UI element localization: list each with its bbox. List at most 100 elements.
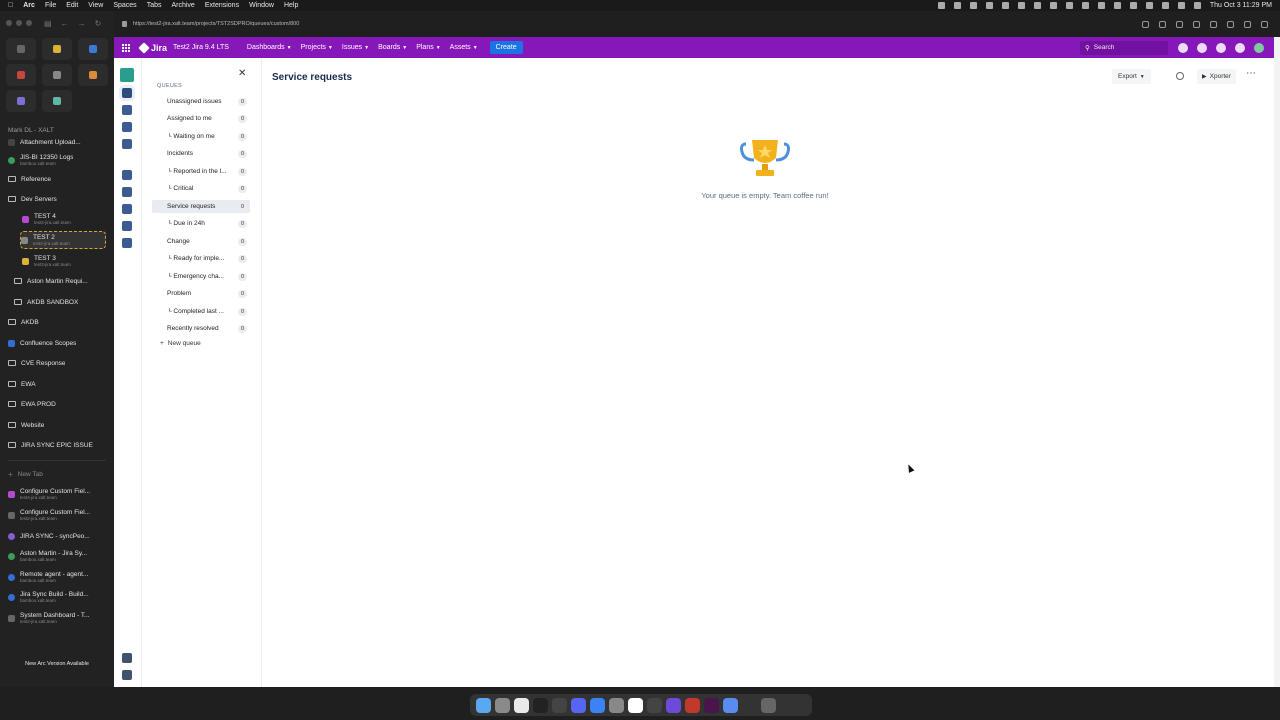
queue-item[interactable]: └ Critical 0 [152,182,250,195]
nav-projects[interactable]: Projects ▼ [301,44,333,51]
close-icon[interactable]: ✕ [238,68,246,79]
queue-item[interactable]: Unassigned issues 0 [152,95,250,108]
export-button[interactable]: Export ▼ [1112,69,1151,84]
create-button[interactable]: Create [489,41,523,54]
status-icon[interactable] [953,2,961,9]
favorite-tile[interactable] [6,90,36,112]
sidebar-folder-reference[interactable]: Reference [8,170,108,188]
app-icon[interactable] [742,697,757,713]
sidebar-folder[interactable]: AKDB SANDBOX [14,293,108,311]
extension-icon[interactable] [1210,20,1217,28]
sidebar-folder[interactable]: Aston Martin Requi... [14,272,108,290]
status-icon[interactable] [1033,2,1041,9]
queue-item[interactable]: └ Completed last ... 0 [152,305,250,318]
status-icon[interactable] [985,2,993,9]
sidebar-tab-test4[interactable]: TEST 4 test4-jira.xalt.team [22,210,108,228]
sidebar-tab[interactable]: JIRA SYNC - syncPeo... [8,527,108,545]
knowledge-base-icon[interactable] [122,187,132,197]
search-input[interactable]: ⚲ Search [1080,40,1168,55]
search-icon[interactable] [1177,2,1185,9]
extension-icon[interactable] [1159,20,1166,28]
queue-item[interactable]: Assigned to me 0 [152,112,250,125]
workflow-icon[interactable] [122,139,132,149]
menu-help[interactable]: Help [284,2,298,9]
sidebar-folder[interactable]: EWA PROD [8,395,108,413]
status-icon[interactable] [1129,2,1137,9]
link-icon[interactable] [1142,20,1149,28]
app-icon[interactable] [666,697,681,713]
reload-icon[interactable]: ↻ [95,19,102,28]
minimize-window-button[interactable] [16,20,22,26]
sidebar-tab-test3[interactable]: TEST 3 test3-jira.xalt.team [22,252,108,270]
reports-icon[interactable] [122,122,132,132]
menu-file[interactable]: File [45,2,56,9]
favorite-tile[interactable] [42,38,72,60]
menu-window[interactable]: Window [249,2,274,9]
customers-icon[interactable] [122,105,132,115]
sidebar-tab[interactable]: Jira Sync Build - Build... bamboo.xalt.te… [8,588,108,606]
queue-item[interactable]: Recently resolved 0 [152,322,250,335]
app-icon[interactable] [628,697,643,713]
nav-issues[interactable]: Issues ▼ [342,44,369,51]
favorite-tile[interactable] [78,64,108,86]
queues-icon[interactable] [122,88,132,98]
menu-extensions[interactable]: Extensions [205,2,239,9]
extension-icon[interactable] [1176,20,1183,28]
clock[interactable]: Thu Oct 3 11:29 PM [1210,2,1272,9]
favorite-tile[interactable] [42,64,72,86]
status-icon[interactable] [1001,2,1009,9]
menu-arc[interactable]: Arc [23,2,35,9]
status-icon[interactable] [1113,2,1121,9]
sidebar-folder[interactable]: JIRA SYNC EPIC ISSUE [8,436,108,454]
favorite-tile[interactable] [78,38,108,60]
sidebar-folder[interactable]: AKDB [8,313,108,331]
status-icon[interactable] [1081,2,1089,9]
favorite-tile[interactable] [6,64,36,86]
queue-item[interactable]: └ Waiting on me 0 [152,130,250,143]
sidebar-tab[interactable]: System Dashboard - T... test2-jira.xalt.t… [8,609,108,627]
arc-icon[interactable] [723,697,738,713]
terminal-icon[interactable] [533,697,548,713]
back-icon[interactable]: ← [61,19,69,28]
sidebar-tab[interactable]: Confluence Scopes [8,334,108,352]
gear-icon[interactable] [122,653,132,663]
raise-request-icon[interactable] [122,204,132,214]
extension-icon[interactable] [1193,20,1200,28]
app-switcher-icon[interactable] [122,43,130,52]
queue-item[interactable]: Problem 0 [152,287,250,300]
info-icon[interactable] [1176,72,1184,80]
menu-tabs[interactable]: Tabs [147,2,162,9]
status-icon[interactable] [1065,2,1073,9]
new-tab-button[interactable]: + New Tab [8,465,108,483]
status-icon[interactable] [969,2,977,9]
status-icon[interactable] [1097,2,1105,9]
sidebar-tab-test2[interactable]: TEST 2 test2-jira.xalt.team [20,231,106,249]
queue-item[interactable]: └ Emergency cha... 0 [152,270,250,283]
url-text[interactable]: https://test2-jira.xalt.team/projects/TS… [133,21,299,27]
menu-edit[interactable]: Edit [66,2,78,9]
xporter-button[interactable]: ▶ Xporter [1197,69,1236,84]
extension-icon[interactable] [1227,20,1234,28]
extension-icon[interactable] [1244,20,1251,28]
more-actions-icon[interactable]: ⋯ [1246,68,1256,79]
explore-icon[interactable] [122,238,132,248]
notion-icon[interactable] [514,697,529,713]
queue-item[interactable]: Change 0 [152,235,250,248]
sidebar-tab[interactable]: Aston Martin - Jira Sy... bamboo.xalt.tea… [8,547,108,565]
settings-icon[interactable] [609,697,624,713]
status-icon[interactable] [1017,2,1025,9]
nav-plans[interactable]: Plans ▼ [416,44,440,51]
sidebar-folder[interactable]: CVE Response [8,354,108,372]
slack-icon[interactable] [704,697,719,713]
sidebar-tab[interactable]: Configure Custom Fiel... test2-jira.xalt.… [8,506,108,524]
trash-icon[interactable] [761,697,776,713]
calendar-icon[interactable] [647,697,662,713]
gear-icon[interactable] [1235,42,1245,53]
nav-assets[interactable]: Assets ▼ [450,44,478,51]
upload-icon[interactable] [1178,42,1188,53]
expand-sidebar-icon[interactable] [122,670,132,680]
app-icon[interactable] [552,697,567,713]
app-icon[interactable] [495,697,510,713]
battery-icon[interactable] [1145,2,1153,9]
apple-icon[interactable]:  [8,2,13,9]
